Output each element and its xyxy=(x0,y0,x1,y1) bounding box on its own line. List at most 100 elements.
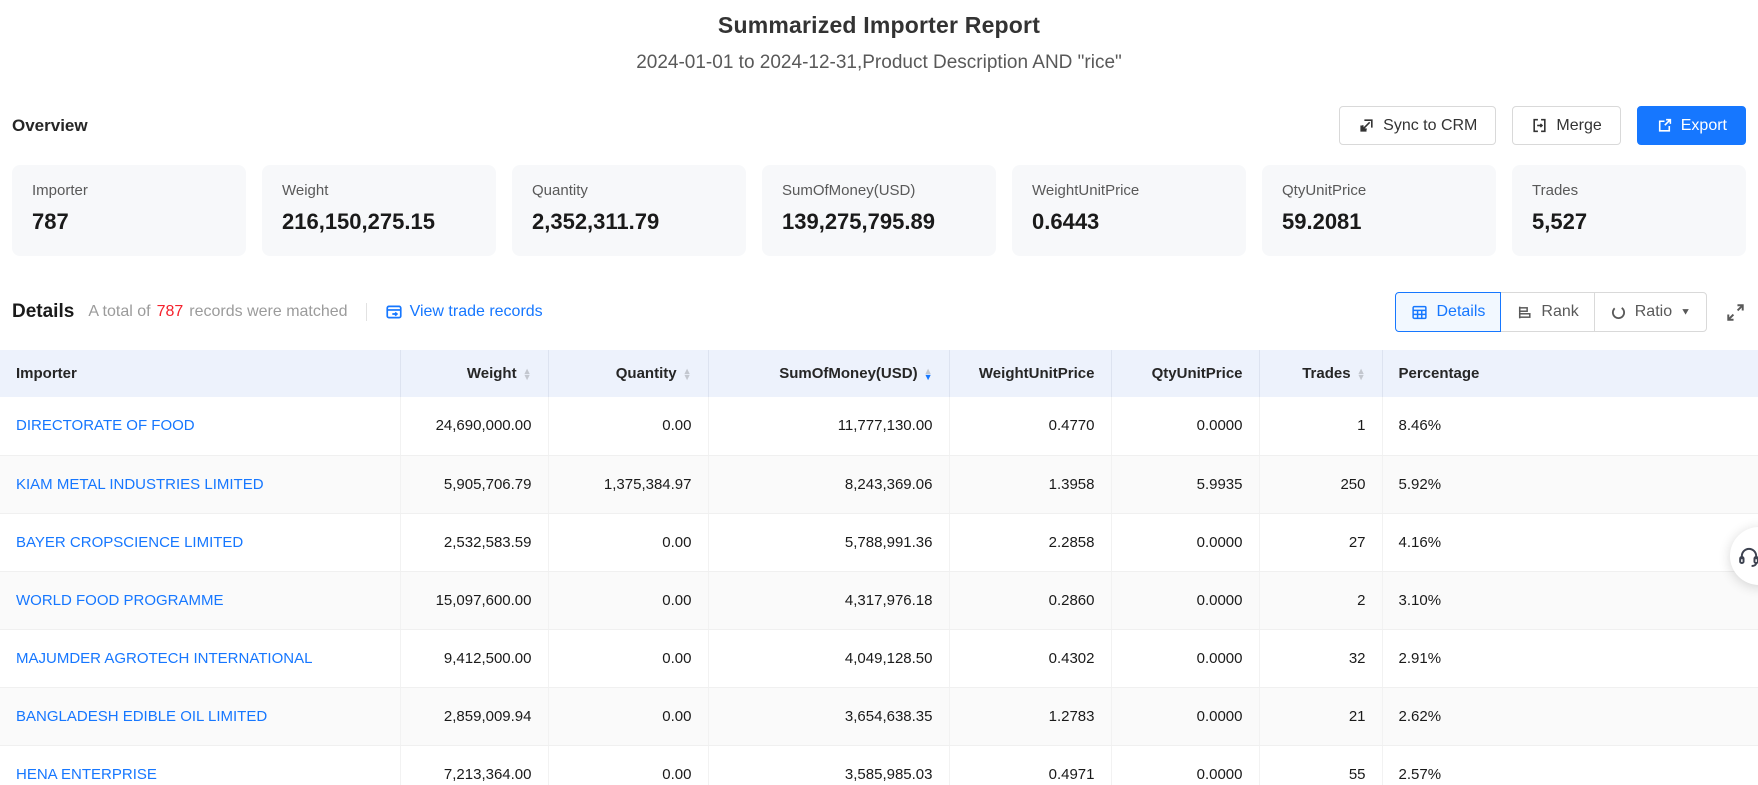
rank-bars-icon xyxy=(1516,304,1533,321)
weight-cell: 5,905,706.79 xyxy=(400,455,548,513)
stat-value: 2,352,311.79 xyxy=(532,209,726,235)
overview-bar: Overview Sync to CRM Merge Export xyxy=(0,106,1758,145)
sum-of-money-cell: 5,788,991.36 xyxy=(708,513,949,571)
merge-button[interactable]: Merge xyxy=(1512,106,1620,145)
col-header-trades[interactable]: Trades ▲▼ xyxy=(1259,350,1382,397)
stat-card-importer: Importer 787 xyxy=(12,165,246,256)
quantity-cell: 0.00 xyxy=(548,687,708,745)
weight-cell: 2,532,583.59 xyxy=(400,513,548,571)
table-row: KIAM METAL INDUSTRIES LIMITED 5,905,706.… xyxy=(0,455,1758,513)
quantity-cell: 0.00 xyxy=(548,571,708,629)
stat-card-weight: Weight 216,150,275.15 xyxy=(262,165,496,256)
chevron-down-icon: ▼ xyxy=(1680,307,1691,317)
stat-value: 787 xyxy=(32,209,226,235)
view-trade-records-link[interactable]: View trade records xyxy=(385,303,543,321)
sync-to-crm-label: Sync to CRM xyxy=(1383,117,1477,135)
tab-ratio[interactable]: Ratio ▼ xyxy=(1594,292,1707,332)
details-bar: Details A total of787records were matche… xyxy=(0,292,1758,332)
stat-card-quantity: Quantity 2,352,311.79 xyxy=(512,165,746,256)
importer-link[interactable]: BAYER CROPSCIENCE LIMITED xyxy=(16,534,243,551)
merge-icon xyxy=(1531,117,1548,134)
stat-label: Importer xyxy=(32,182,226,199)
stat-value: 5,527 xyxy=(1532,209,1726,235)
stat-label: QtyUnitPrice xyxy=(1282,182,1476,199)
sort-icons-active-desc: ▲▼ xyxy=(924,368,933,380)
quantity-cell: 0.00 xyxy=(548,745,708,785)
stat-value: 139,275,795.89 xyxy=(782,209,976,235)
export-button[interactable]: Export xyxy=(1637,106,1746,145)
weight-unit-price-cell: 0.4770 xyxy=(949,397,1111,455)
importer-link[interactable]: MAJUMDER AGROTECH INTERNATIONAL xyxy=(16,650,312,667)
tab-rank-label: Rank xyxy=(1541,303,1578,321)
qty-unit-price-cell: 0.0000 xyxy=(1111,513,1259,571)
col-header-qty-unit-price: QtyUnitPrice xyxy=(1111,350,1259,397)
weight-cell: 15,097,600.00 xyxy=(400,571,548,629)
qty-unit-price-cell: 0.0000 xyxy=(1111,629,1259,687)
stat-label: WeightUnitPrice xyxy=(1032,182,1226,199)
details-heading: Details xyxy=(12,301,74,323)
weight-cell: 2,859,009.94 xyxy=(400,687,548,745)
percentage-cell: 8.46% xyxy=(1382,397,1758,455)
sum-of-money-cell: 4,049,128.50 xyxy=(708,629,949,687)
importer-link[interactable]: WORLD FOOD PROGRAMME xyxy=(16,592,224,609)
overview-stat-cards: Importer 787 Weight 216,150,275.15 Quant… xyxy=(0,165,1758,256)
report-subtitle: 2024-01-01 to 2024-12-31,Product Descrip… xyxy=(0,52,1758,74)
sort-icons: ▲▼ xyxy=(1357,368,1366,380)
table-row: MAJUMDER AGROTECH INTERNATIONAL 9,412,50… xyxy=(0,629,1758,687)
qty-unit-price-cell: 0.0000 xyxy=(1111,571,1259,629)
tab-details[interactable]: Details xyxy=(1395,292,1501,332)
qty-unit-price-cell: 5.9935 xyxy=(1111,455,1259,513)
col-header-quantity[interactable]: Quantity ▲▼ xyxy=(548,350,708,397)
col-header-weight-unit-price: WeightUnitPrice xyxy=(949,350,1111,397)
divider xyxy=(366,303,367,321)
stat-value: 59.2081 xyxy=(1282,209,1476,235)
quantity-cell: 1,375,384.97 xyxy=(548,455,708,513)
trades-cell: 55 xyxy=(1259,745,1382,785)
page-title: Summarized Importer Report xyxy=(0,12,1758,39)
percentage-cell: 4.16% xyxy=(1382,513,1758,571)
importer-link[interactable]: DIRECTORATE OF FOOD xyxy=(16,417,195,434)
tab-rank[interactable]: Rank xyxy=(1500,292,1594,332)
weight-unit-price-cell: 0.2860 xyxy=(949,571,1111,629)
sum-of-money-cell: 8,243,369.06 xyxy=(708,455,949,513)
trades-cell: 250 xyxy=(1259,455,1382,513)
sum-of-money-cell: 11,777,130.00 xyxy=(708,397,949,455)
importer-link[interactable]: BANGLADESH EDIBLE OIL LIMITED xyxy=(16,708,267,725)
importer-link[interactable]: HENA ENTERPRISE xyxy=(16,766,157,783)
details-table-icon xyxy=(1411,304,1428,321)
ratio-pie-icon xyxy=(1610,304,1627,321)
view-mode-switcher: Details Rank Ratio ▼ xyxy=(1395,292,1707,332)
sum-of-money-cell: 4,317,976.18 xyxy=(708,571,949,629)
export-icon xyxy=(1656,117,1673,134)
stat-label: SumOfMoney(USD) xyxy=(782,182,976,199)
fullscreen-icon[interactable] xyxy=(1725,302,1746,323)
sync-to-crm-button[interactable]: Sync to CRM xyxy=(1339,106,1496,145)
matched-count: 787 xyxy=(157,303,184,320)
qty-unit-price-cell: 0.0000 xyxy=(1111,745,1259,785)
importer-link[interactable]: KIAM METAL INDUSTRIES LIMITED xyxy=(16,476,264,493)
stat-card-weight-unit-price: WeightUnitPrice 0.6443 xyxy=(1012,165,1246,256)
overview-heading: Overview xyxy=(12,116,88,136)
details-right: Details Rank Ratio ▼ xyxy=(1395,292,1746,332)
stat-label: Trades xyxy=(1532,182,1726,199)
sort-icons: ▲▼ xyxy=(683,368,692,380)
sum-of-money-cell: 3,654,638.35 xyxy=(708,687,949,745)
stat-label: Quantity xyxy=(532,182,726,199)
percentage-cell: 2.57% xyxy=(1382,745,1758,785)
stat-card-sum-of-money: SumOfMoney(USD) 139,275,795.89 xyxy=(762,165,996,256)
trades-cell: 27 xyxy=(1259,513,1382,571)
merge-label: Merge xyxy=(1556,117,1601,135)
col-header-weight[interactable]: Weight ▲▼ xyxy=(400,350,548,397)
sort-icons: ▲▼ xyxy=(523,368,532,380)
qty-unit-price-cell: 0.0000 xyxy=(1111,687,1259,745)
tab-ratio-label: Ratio xyxy=(1635,303,1672,321)
matched-records-text: A total of787records were matched xyxy=(88,303,347,321)
sum-of-money-cell: 3,585,985.03 xyxy=(708,745,949,785)
trades-cell: 21 xyxy=(1259,687,1382,745)
overview-actions: Sync to CRM Merge Export xyxy=(1339,106,1746,145)
weight-unit-price-cell: 0.4971 xyxy=(949,745,1111,785)
col-header-sum-of-money[interactable]: SumOfMoney(USD) ▲▼ xyxy=(708,350,949,397)
quantity-cell: 0.00 xyxy=(548,397,708,455)
percentage-cell: 2.91% xyxy=(1382,629,1758,687)
table-row: BAYER CROPSCIENCE LIMITED 2,532,583.59 0… xyxy=(0,513,1758,571)
